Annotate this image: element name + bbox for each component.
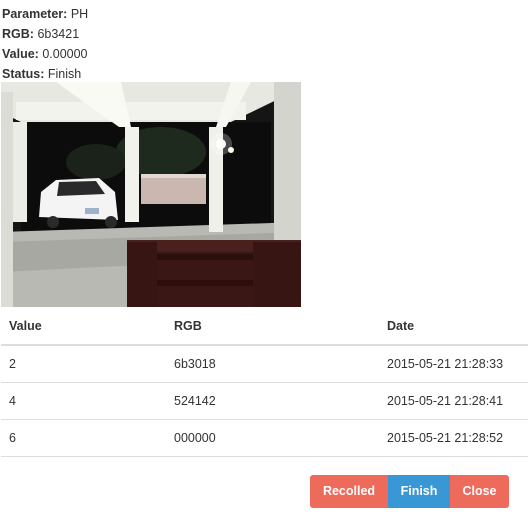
parameter-label: Parameter: (2, 7, 68, 21)
status-line: Status: Finish (2, 64, 88, 84)
table-row: 2 6b3018 2015-05-21 21:28:33 (1, 345, 528, 383)
finish-button[interactable]: Finish (388, 475, 450, 508)
rgb-line: RGB: 6b3421 (2, 24, 88, 44)
cell-value: 6 (1, 419, 166, 457)
recolled-button[interactable]: Recolled (310, 475, 388, 508)
table-row: 6 000000 2015-05-21 21:28:52 (1, 419, 528, 457)
rgb-label: RGB: (2, 27, 34, 41)
cell-date: 2015-05-21 21:28:52 (379, 419, 528, 457)
cell-date: 2015-05-21 21:28:41 (379, 382, 528, 420)
table-row: 4 524142 2015-05-21 21:28:41 (1, 382, 528, 420)
close-button[interactable]: Close (450, 475, 509, 508)
header-rgb: RGB (166, 307, 379, 346)
cell-date: 2015-05-21 21:28:33 (379, 345, 528, 383)
parameter-line: Parameter: PH (2, 4, 88, 24)
cell-value: 2 (1, 345, 166, 383)
cell-rgb: 524142 (166, 382, 379, 420)
captured-photo (1, 82, 301, 307)
cell-rgb: 000000 (166, 419, 379, 457)
readings-table: Value RGB Date 2 6b3018 2015-05-21 21:28… (1, 307, 528, 457)
cell-rgb: 6b3018 (166, 345, 379, 383)
measurement-info: Parameter: PH RGB: 6b3421 Value: 0.00000… (2, 4, 88, 84)
value-value: 0.00000 (42, 47, 88, 61)
status-value: Finish (47, 67, 82, 81)
cell-value: 4 (1, 382, 166, 420)
value-line: Value: 0.00000 (2, 44, 88, 64)
header-date: Date (379, 307, 528, 346)
value-label: Value: (2, 47, 39, 61)
rgb-value: 6b3421 (37, 27, 80, 41)
header-value: Value (1, 307, 166, 346)
status-label: Status: (2, 67, 45, 81)
table-header-row: Value RGB Date (1, 307, 528, 346)
parameter-value: PH (70, 7, 89, 21)
